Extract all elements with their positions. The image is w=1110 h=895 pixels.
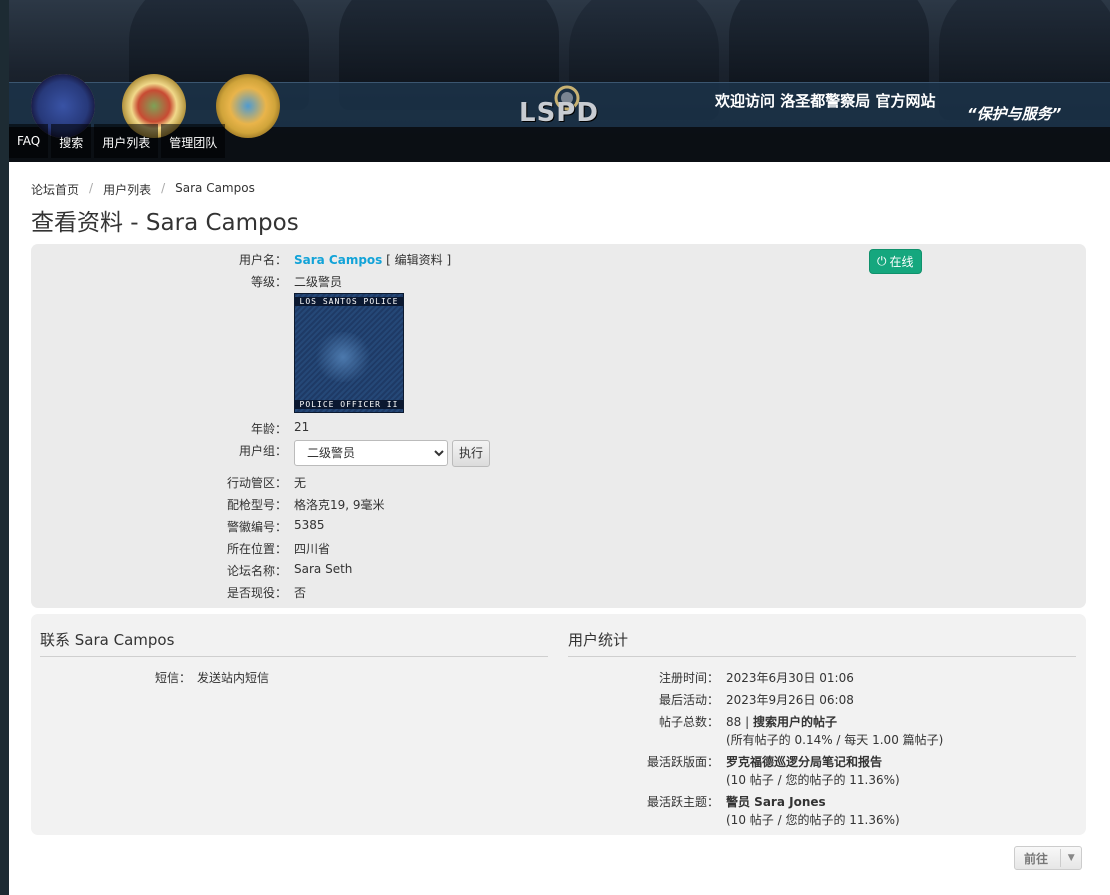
breadcrumb-memberlist[interactable]: 用户列表 <box>103 181 151 198</box>
rank-value: 二级警员 <box>294 275 343 289</box>
field-value: 否 <box>294 586 307 600</box>
field-value: 5385 <box>294 518 325 532</box>
pm-label: 短信： <box>154 671 191 685</box>
contact-title: 联系 Sara Campos <box>40 631 175 649</box>
execute-button[interactable]: 执行 <box>452 440 490 467</box>
field-label: 行动管区： <box>226 476 287 490</box>
group-select[interactable]: 二级警员 <box>294 440 448 466</box>
active-topic-link[interactable]: 警员 Sara Jones <box>726 793 826 810</box>
search-user-posts-link[interactable]: 搜索用户的帖子 <box>753 715 837 729</box>
username-link[interactable]: Sara Campos <box>294 253 382 267</box>
motto-text: “保护与服务” <box>967 105 1062 123</box>
caret-down-icon: ▼ <box>1067 853 1075 863</box>
online-status-text: 在线 <box>889 255 914 269</box>
posts-label: 帖子总数： <box>658 715 719 729</box>
posts-value: 88 | 搜索用户的帖子 <box>726 713 837 730</box>
active-forum-link[interactable]: 罗克福德巡逻分局笔记和报告 <box>726 753 882 770</box>
breadcrumb-home[interactable]: 论坛首页 <box>31 181 79 198</box>
breadcrumb-current[interactable]: Sara Campos <box>175 181 255 198</box>
posts-separator: | <box>741 715 753 729</box>
field-label: 配枪型号： <box>226 498 287 512</box>
active-topic-label: 最活跃主题： <box>646 795 719 809</box>
nav-memberlist[interactable]: 用户列表 <box>94 124 159 158</box>
posts-count: 88 <box>726 715 742 729</box>
field-label: 警徽编号： <box>226 520 287 534</box>
active-forum-detail: (10 帖子 / 您的帖子的 11.36%) <box>726 773 900 787</box>
page-left-edge <box>0 0 9 895</box>
last-active-label: 最后活动： <box>658 693 719 707</box>
field-value: 四川省 <box>294 542 331 556</box>
profile-panel: 用户名： Sara Campos [ 编辑资料 ] ⏻ 在线 等级： 二级警员 … <box>31 244 1086 608</box>
rank-label: 等级： <box>250 275 287 289</box>
welcome-text: 欢迎访问 洛圣都警察局 官方网站 <box>715 92 936 110</box>
top-nav: FAQ 搜索 用户列表 管理团队 <box>9 124 228 158</box>
active-forum-label: 最活跃版面： <box>646 755 719 769</box>
nav-team[interactable]: 管理团队 <box>161 124 226 158</box>
power-icon: ⏻ <box>877 254 887 268</box>
page-title: 查看资料 - Sara Campos <box>31 210 299 236</box>
joined-label: 注册时间： <box>658 671 719 685</box>
rank-image: LOS SANTOS POLICE POLICE OFFICER II <box>294 293 404 413</box>
contact-stats-panel: 联系 Sara Campos 短信： 发送站内短信 用户统计 注册时间： 202… <box>31 614 1086 835</box>
nav-search[interactable]: 搜索 <box>51 124 92 158</box>
stats-title: 用户统计 <box>568 631 629 649</box>
header-banner: LSPD 欢迎访问 洛圣都警察局 官方网站 “保护与服务” FAQ 搜索 用户列… <box>9 0 1110 162</box>
field-value: Sara Seth <box>294 562 353 576</box>
posts-detail: (所有帖子的 0.14% / 每天 1.00 篇帖子) <box>726 733 944 747</box>
joined-value: 2023年6月30日 01:06 <box>726 671 854 685</box>
jumpbox-label: 前往 <box>1024 851 1049 866</box>
field-label: 是否现役： <box>226 586 287 600</box>
send-pm-link[interactable]: 发送站内短信 <box>197 669 269 686</box>
active-topic-detail: (10 帖子 / 您的帖子的 11.36%) <box>726 813 900 827</box>
field-label: 论坛名称： <box>226 564 287 578</box>
lspd-logo: LSPD <box>519 98 599 128</box>
username-value: Sara Campos [ 编辑资料 ] <box>294 251 451 268</box>
online-status-badge: ⏻ 在线 <box>869 249 922 274</box>
field-value: 格洛克19, 9毫米 <box>294 498 385 512</box>
last-active-value: 2023年9月26日 06:08 <box>726 693 854 707</box>
age-value: 21 <box>294 420 310 434</box>
contact-divider <box>40 656 548 657</box>
page-wrapper: LSPD 欢迎访问 洛圣都警察局 官方网站 “保护与服务” FAQ 搜索 用户列… <box>9 0 1110 895</box>
nav-faq[interactable]: FAQ <box>9 124 49 158</box>
field-value: 无 <box>294 476 307 490</box>
breadcrumb-separator: / <box>161 181 166 195</box>
rank-image-bottom-text: POLICE OFFICER II <box>295 400 403 409</box>
stats-divider <box>568 656 1076 657</box>
breadcrumb: 论坛首页 / 用户列表 / Sara Campos <box>31 181 255 198</box>
field-label: 所在位置： <box>226 542 287 556</box>
edit-profile-link[interactable]: [ 编辑资料 ] <box>386 253 451 267</box>
username-label: 用户名： <box>238 253 287 267</box>
jumpbox-button[interactable]: 前往 ▼ <box>1014 846 1082 870</box>
breadcrumb-separator: / <box>89 181 94 195</box>
age-label: 年龄： <box>250 422 287 436</box>
rank-image-top-text: LOS SANTOS POLICE <box>295 297 403 306</box>
group-label: 用户组： <box>238 444 287 458</box>
